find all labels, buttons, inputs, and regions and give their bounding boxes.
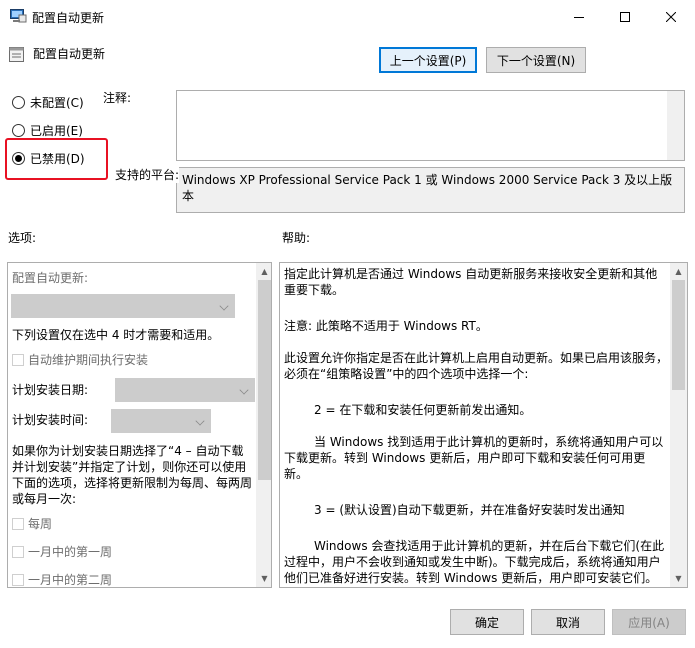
chevron-down-icon [239, 385, 249, 395]
policy-setting-icon [9, 47, 24, 62]
help-paragraph: 注意: 此策略不适用于 Windows RT。 [284, 319, 488, 333]
minimize-button[interactable] [556, 0, 602, 34]
red-highlight-annotation [5, 138, 108, 180]
maintenance-checkbox-label: 自动维护期间执行安装 [28, 353, 149, 367]
second-week-label: 一月中的第二周 [28, 573, 113, 587]
options-paragraph-line: 或每月一次: [12, 492, 77, 506]
options-paragraph-line: 并计划安装”并指定了计划，则你还可以使用 [12, 460, 247, 474]
close-button[interactable] [648, 0, 694, 34]
chevron-down-icon [219, 301, 229, 311]
supported-platform-box: Windows XP Professional Service Pack 1 或… [176, 167, 685, 213]
minimize-icon [574, 17, 584, 18]
radio-not-configured[interactable]: 未配置(C) [12, 94, 84, 111]
scroll-up-icon[interactable]: ▲ [256, 263, 271, 280]
help-paragraph: 2 = 在下载和安装任何更新前发出通知。 [314, 403, 532, 417]
schedule-day-dropdown[interactable] [115, 378, 255, 402]
help-paragraph: 此设置允许你指定是否在此计算机上启用自动更新。如果已启用该服务，必须在“组策略设… [284, 351, 669, 381]
ok-button[interactable]: 确定 [450, 609, 524, 635]
configure-updates-label: 配置自动更新: [12, 271, 89, 285]
options-paragraph-line: 如果你为计划安装日期选择了“4 – 自动下载 [12, 444, 244, 458]
supported-platform-label: 支持的平台: [115, 166, 180, 183]
close-icon [666, 12, 676, 22]
options-note: 下列设置仅在选中 4 时才需要和适用。 [12, 328, 220, 342]
radio-circle[interactable] [12, 124, 25, 137]
configure-updates-dropdown[interactable] [11, 294, 235, 318]
apply-button[interactable]: 应用(A) [612, 609, 686, 635]
help-scrollbar[interactable]: ▲ ▼ [670, 263, 687, 587]
previous-setting-button[interactable]: 上一个设置(P) [379, 47, 477, 73]
second-week-checkbox[interactable] [12, 574, 24, 586]
first-week-checkbox[interactable] [12, 546, 24, 558]
maintenance-checkbox[interactable] [12, 354, 24, 366]
policy-title: 配置自动更新 [33, 47, 106, 61]
schedule-time-label: 计划安装时间: [12, 413, 89, 427]
schedule-time-dropdown[interactable] [111, 409, 211, 433]
comment-textarea[interactable] [176, 90, 685, 161]
first-week-label: 一月中的第一周 [28, 545, 113, 559]
help-pane: 指定此计算机是否通过 Windows 自动更新服务来接收安全更新和其他重要下载。… [279, 262, 688, 588]
radio-enabled[interactable]: 已启用(E) [12, 122, 83, 139]
options-label: 选项: [8, 231, 37, 245]
options-scrollbar[interactable]: ▲ ▼ [256, 263, 271, 587]
options-scrollbar-thumb[interactable] [258, 280, 271, 480]
scroll-down-icon[interactable]: ▼ [670, 570, 687, 587]
chevron-down-icon [195, 416, 205, 426]
window-title: 配置自动更新 [32, 11, 105, 25]
weekly-label: 每周 [28, 517, 53, 531]
policy-editor-icon [10, 9, 27, 23]
options-paragraph-line: 下面的选项，选择将更新限制为每周、每两周 [12, 476, 253, 490]
options-pane: 配置自动更新: 下列设置仅在选中 4 时才需要和适用。 自动维护期间执行安装 计… [7, 262, 272, 588]
radio-label: 未配置(C) [30, 96, 84, 110]
maximize-icon [620, 12, 630, 22]
radio-circle[interactable] [12, 96, 25, 109]
maximize-button[interactable] [602, 0, 648, 34]
help-paragraph: 当 Windows 找到适用于此计算机的更新时，系统将通知用户可以下载更新。转到… [284, 435, 664, 481]
help-scrollbar-thumb[interactable] [672, 280, 685, 390]
scroll-up-icon[interactable]: ▲ [670, 263, 687, 280]
next-setting-button[interactable]: 下一个设置(N) [486, 47, 586, 73]
schedule-day-label: 计划安装日期: [12, 383, 89, 397]
help-label: 帮助: [282, 231, 311, 245]
scroll-down-icon[interactable]: ▼ [256, 570, 271, 587]
cancel-button[interactable]: 取消 [531, 609, 605, 635]
radio-label: 已启用(E) [30, 124, 83, 138]
help-paragraph: 3 = (默认设置)自动下载更新，并在准备好安装时发出通知 [314, 503, 625, 517]
comment-label: 注释: [103, 91, 132, 105]
help-paragraph: 指定此计算机是否通过 Windows 自动更新服务来接收安全更新和其他重要下载。 [284, 267, 658, 297]
title-bar: 配置自动更新 [0, 0, 695, 34]
weekly-checkbox[interactable] [12, 518, 24, 530]
help-paragraph: Windows 会查找适用于此计算机的更新，并在后台下载它们(在此过程中，用户不… [284, 539, 665, 585]
comment-scrollbar[interactable] [667, 91, 684, 160]
